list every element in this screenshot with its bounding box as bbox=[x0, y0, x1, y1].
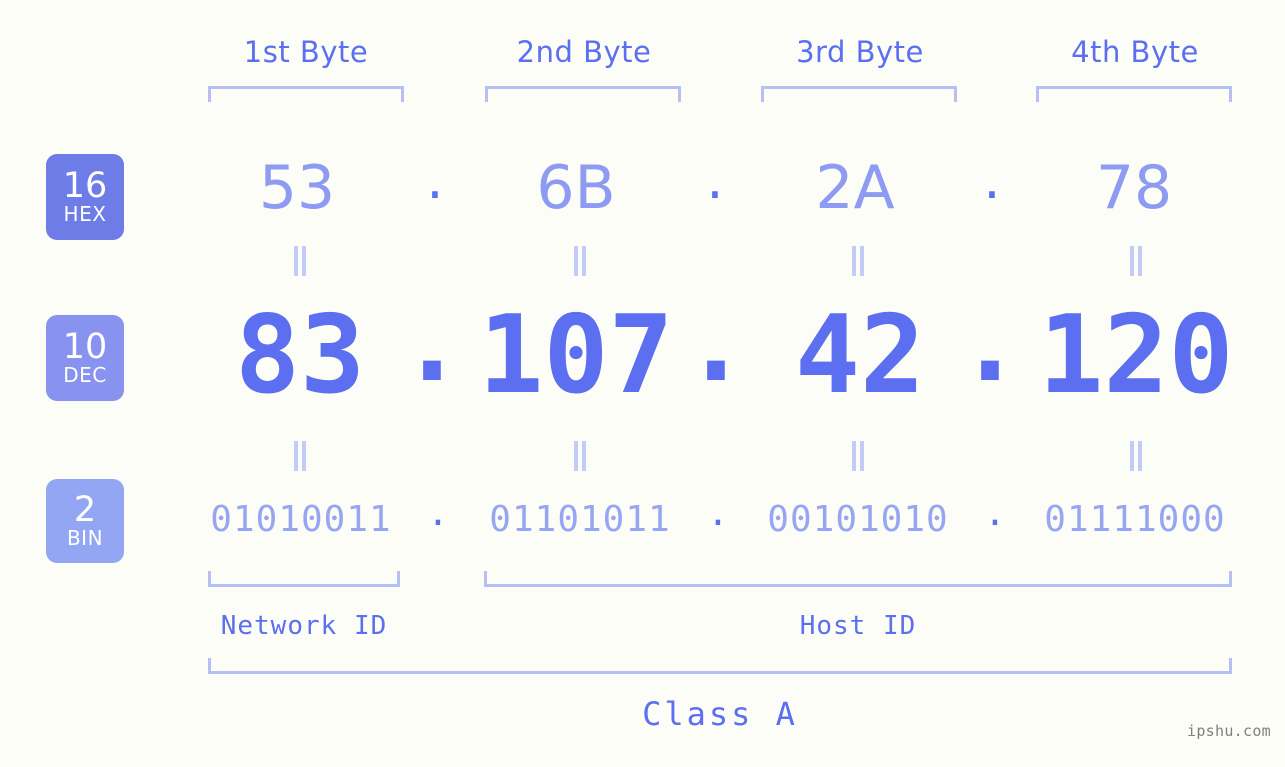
base-badge-hex-name: HEX bbox=[63, 201, 107, 226]
host-id-bracket bbox=[484, 571, 1232, 587]
equals-symbol-dec-bin-4 bbox=[1126, 441, 1146, 471]
hex-octet-3: 2A bbox=[815, 153, 895, 223]
host-id-label: Host ID bbox=[799, 611, 917, 641]
hex-separator-1: . bbox=[426, 148, 444, 211]
dec-separator-2: . bbox=[683, 281, 749, 406]
base-badge-hex-number: 16 bbox=[62, 165, 108, 206]
dec-octet-2: 107 bbox=[478, 293, 674, 418]
equals-symbol-dec-bin-3 bbox=[848, 441, 868, 471]
bin-octet-4: 01111000 bbox=[1044, 499, 1226, 540]
hex-separator-2: . bbox=[706, 148, 724, 211]
byte-bracket-1 bbox=[208, 86, 404, 102]
dec-octet-4: 120 bbox=[1038, 293, 1234, 418]
equals-symbol-dec-bin-2 bbox=[570, 441, 590, 471]
base-badge-bin-name: BIN bbox=[66, 525, 104, 550]
base-badge-bin-number: 2 bbox=[73, 489, 97, 530]
byte-header-2: 2nd Byte bbox=[516, 35, 652, 69]
byte-header-3: 3rd Byte bbox=[796, 35, 924, 69]
byte-bracket-2 bbox=[485, 86, 681, 102]
base-badge-dec-number: 10 bbox=[62, 326, 108, 367]
bin-octet-3: 00101010 bbox=[767, 499, 949, 540]
dec-separator-1: . bbox=[399, 281, 465, 406]
hex-octet-1: 53 bbox=[258, 153, 336, 223]
dec-octet-3: 42 bbox=[794, 293, 926, 418]
network-id-bracket bbox=[208, 571, 400, 587]
byte-bracket-4 bbox=[1036, 86, 1232, 102]
class-bracket bbox=[208, 658, 1232, 674]
byte-header-1: 1st Byte bbox=[243, 35, 369, 69]
equals-symbol-hex-dec-3 bbox=[848, 246, 868, 276]
dec-separator-3: . bbox=[957, 281, 1023, 406]
base-badge-dec-name: DEC bbox=[63, 362, 107, 387]
equals-symbol-hex-dec-4 bbox=[1126, 246, 1146, 276]
base-badge-hex: 16 HEX bbox=[46, 154, 124, 240]
dec-octet-1: 83 bbox=[234, 293, 366, 418]
bin-separator-3: . bbox=[984, 493, 1006, 534]
hex-octet-4: 78 bbox=[1095, 153, 1173, 223]
equals-symbol-dec-bin-1 bbox=[290, 441, 310, 471]
bin-separator-1: . bbox=[427, 493, 449, 534]
byte-bracket-3 bbox=[761, 86, 957, 102]
base-badge-dec: 10 DEC bbox=[46, 315, 124, 401]
equals-symbol-hex-dec-2 bbox=[570, 246, 590, 276]
site-watermark: ipshu.com bbox=[1187, 722, 1271, 740]
bin-octet-1: 01010011 bbox=[210, 499, 392, 540]
equals-symbol-hex-dec-1 bbox=[290, 246, 310, 276]
class-label: Class A bbox=[642, 695, 798, 733]
byte-header-4: 4th Byte bbox=[1071, 35, 1199, 69]
base-badge-bin: 2 BIN bbox=[46, 479, 124, 563]
bin-octet-2: 01101011 bbox=[489, 499, 671, 540]
bin-separator-2: . bbox=[707, 493, 729, 534]
ip-breakdown-diagram: 1st Byte 2nd Byte 3rd Byte 4th Byte 16 H… bbox=[0, 0, 1285, 767]
hex-separator-3: . bbox=[983, 148, 1001, 211]
hex-octet-2: 6B bbox=[536, 153, 616, 223]
network-id-label: Network ID bbox=[220, 611, 388, 641]
